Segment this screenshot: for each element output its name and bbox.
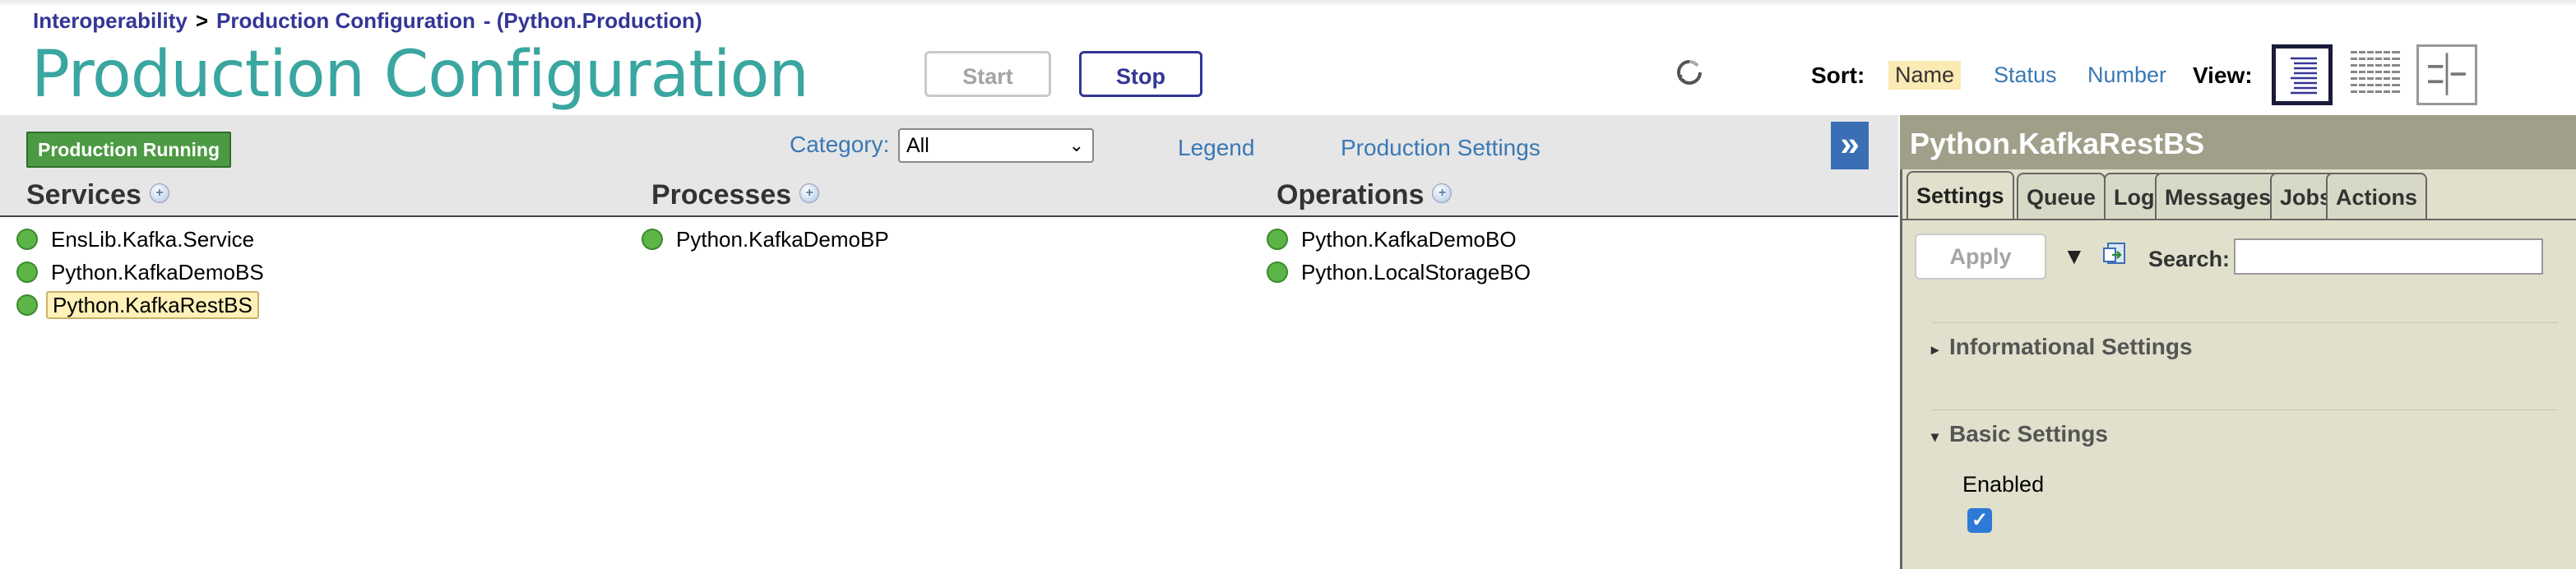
breadcrumb: Interoperability > Production Configuratio… <box>33 8 702 34</box>
category-select[interactable]: All ⌄ <box>898 128 1094 163</box>
stop-button[interactable]: Stop <box>1079 51 1202 97</box>
production-settings-link[interactable]: Production Settings <box>1341 135 1541 161</box>
expand-panel-button[interactable]: » <box>1831 122 1869 169</box>
list-view-icon[interactable] <box>2272 44 2333 105</box>
section-divider <box>1933 322 2558 323</box>
service-item[interactable]: EnsLib.Kafka.Service <box>16 225 259 253</box>
services-title: Services <box>26 179 141 210</box>
category-label: Category: <box>790 132 890 157</box>
chevron-right-icon: ▸ <box>1931 341 1939 358</box>
service-label: EnsLib.Kafka.Service <box>51 227 255 252</box>
apply-button[interactable]: Apply <box>1915 234 2046 280</box>
sort-label: Sort: <box>1811 62 1865 88</box>
service-label: Python.KafkaDemoBS <box>51 260 264 284</box>
chevron-down-icon: ▾ <box>1931 428 1939 445</box>
split-view-icon[interactable] <box>2416 44 2477 105</box>
settings-panel-title: Python.KafkaRestBS <box>1910 127 2205 160</box>
operation-label: Python.LocalStorageBO <box>1301 260 1531 284</box>
tab-row-divider <box>1900 219 2576 220</box>
breadcrumb-current: Production Configuration <box>216 8 475 33</box>
breadcrumb-namespace: - (Python.Production) <box>483 8 702 33</box>
add-service-icon[interactable]: + <box>149 183 169 204</box>
process-label: Python.KafkaDemoBP <box>676 227 889 252</box>
enabled-label: Enabled <box>1962 472 2045 497</box>
services-header: Services + <box>26 179 169 211</box>
refresh-icon[interactable] <box>1675 58 1704 87</box>
enabled-checkbox[interactable]: ✓ <box>1967 508 1992 533</box>
add-operation-icon[interactable]: + <box>1432 183 1452 204</box>
sort-by-name[interactable]: Name <box>1888 61 1962 90</box>
processes-title: Processes <box>651 179 792 210</box>
top-strip <box>0 0 2576 7</box>
grid-view-icon[interactable] <box>2346 44 2407 105</box>
start-button[interactable]: Start <box>924 51 1051 97</box>
sort-by-number[interactable]: Number <box>2081 61 2173 90</box>
section-title: Informational Settings <box>1949 334 2193 359</box>
tab-actions[interactable]: Actions <box>2326 173 2428 219</box>
header-divider <box>0 215 1898 217</box>
chevron-down-icon: ⌄ <box>1068 135 1084 155</box>
service-item-selected[interactable]: Python.KafkaRestBS <box>16 291 259 319</box>
status-dot-icon <box>1267 261 1288 284</box>
operations-header: Operations + <box>1276 179 1452 211</box>
operation-label: Python.KafkaDemoBO <box>1301 227 1517 252</box>
view-label: View: <box>2193 62 2253 88</box>
processes-header: Processes + <box>651 179 820 211</box>
page-title: Production Configuration <box>31 38 809 112</box>
filter-triangle-icon[interactable]: ▼ <box>2063 243 2086 270</box>
operation-item[interactable]: Python.KafkaDemoBO <box>1267 225 1522 253</box>
status-dot-icon <box>16 294 38 317</box>
process-item[interactable]: Python.KafkaDemoBP <box>642 225 894 253</box>
search-label: Search: <box>2148 247 2231 271</box>
legend-link[interactable]: Legend <box>1178 135 1254 161</box>
status-badge: Production Running <box>26 132 232 168</box>
export-icon[interactable] <box>2101 240 2129 268</box>
status-dot-icon <box>16 229 38 251</box>
search-input[interactable] <box>2234 238 2543 275</box>
tab-settings[interactable]: Settings <box>1907 171 2014 220</box>
category-select-value: All <box>906 134 929 157</box>
operations-title: Operations <box>1276 179 1425 210</box>
tab-queue[interactable]: Queue <box>2017 173 2106 219</box>
basic-settings-section[interactable]: ▾ Basic Settings <box>1931 421 2108 447</box>
section-title: Basic Settings <box>1949 421 2108 446</box>
add-process-icon[interactable]: + <box>799 183 820 204</box>
sort-by-status[interactable]: Status <box>1987 61 2064 90</box>
service-label: Python.KafkaRestBS <box>46 291 259 319</box>
operation-item[interactable]: Python.LocalStorageBO <box>1267 258 1536 286</box>
status-dot-icon <box>642 229 663 251</box>
breadcrumb-separator: > <box>195 8 209 33</box>
informational-settings-section[interactable]: ▸ Informational Settings <box>1931 334 2193 360</box>
status-dot-icon <box>1267 229 1288 251</box>
breadcrumb-root-link[interactable]: Interoperability <box>33 8 188 33</box>
service-item[interactable]: Python.KafkaDemoBS <box>16 258 269 286</box>
section-divider <box>1933 409 2558 410</box>
status-dot-icon <box>16 261 38 284</box>
tab-messages[interactable]: Messages <box>2155 173 2282 219</box>
